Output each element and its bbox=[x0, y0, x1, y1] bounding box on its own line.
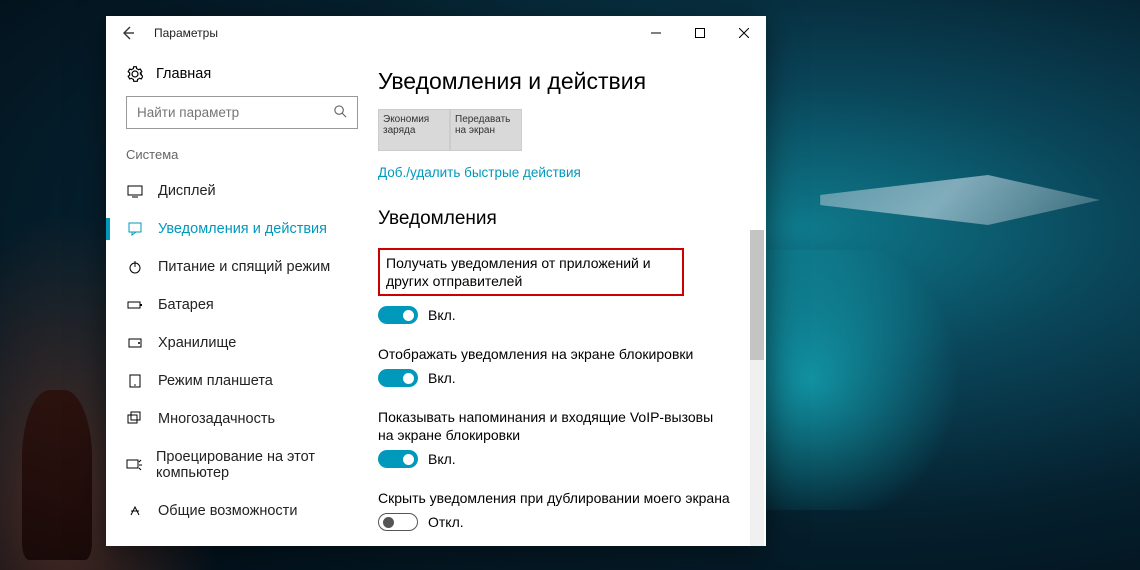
sidebar-item-notifications[interactable]: Уведомления и действия bbox=[106, 210, 378, 248]
home-link[interactable]: Главная bbox=[106, 58, 378, 96]
toggle-voip-lockscreen[interactable]: Вкл. bbox=[378, 450, 456, 468]
window-controls bbox=[634, 16, 766, 50]
quick-tile-label: Передавать на экран bbox=[455, 114, 517, 136]
sidebar-item-battery[interactable]: Батарея bbox=[106, 286, 378, 324]
gear-icon bbox=[126, 66, 144, 82]
setting-label: Показывать напоминания и входящие VoIP-в… bbox=[378, 408, 718, 444]
close-button[interactable] bbox=[722, 16, 766, 50]
toggle-switch-icon bbox=[378, 513, 418, 531]
setting-hide-when-duplicating: Скрыть уведомления при дублировании моег… bbox=[378, 489, 742, 536]
bg-spaceship bbox=[820, 150, 1100, 250]
edit-quick-actions-link[interactable]: Доб./удалить быстрые действия bbox=[378, 151, 581, 202]
quick-action-tiles: Экономия заряда Передавать на экран bbox=[378, 109, 742, 151]
sidebar-item-label: Многозадачность bbox=[158, 411, 275, 427]
toggle-switch-icon bbox=[378, 369, 418, 387]
quick-tile-battery-saver[interactable]: Экономия заряда bbox=[378, 109, 450, 151]
toggle-state-label: Вкл. bbox=[428, 307, 456, 323]
search-input[interactable] bbox=[126, 96, 358, 129]
setting-voip-lockscreen: Показывать напоминания и входящие VoIP-в… bbox=[378, 408, 742, 473]
minimize-button[interactable] bbox=[634, 16, 678, 50]
storage-icon bbox=[126, 335, 144, 351]
close-icon bbox=[739, 28, 749, 38]
setting-get-notifications: Получать уведомления от приложений и дру… bbox=[378, 248, 742, 329]
sidebar-group-title: Система bbox=[106, 147, 378, 172]
projecting-icon bbox=[126, 457, 142, 473]
sidebar-item-projecting[interactable]: Проецирование на этот компьютер bbox=[106, 438, 378, 492]
search-icon bbox=[333, 104, 348, 124]
content-pane: Уведомления и действия Экономия заряда П… bbox=[378, 50, 766, 546]
sidebar-item-tablet[interactable]: Режим планшета bbox=[106, 362, 378, 400]
toggle-get-notifications[interactable]: Вкл. bbox=[378, 306, 456, 324]
quick-tile-label: Экономия заряда bbox=[383, 114, 445, 136]
battery-icon bbox=[126, 297, 144, 313]
sidebar-item-label: Проецирование на этот компьютер bbox=[156, 449, 358, 481]
settings-window: Параметры Главная bbox=[106, 16, 766, 546]
highlight-annotation: Получать уведомления от приложений и дру… bbox=[378, 248, 684, 296]
sidebar-item-shared[interactable]: Общие возможности bbox=[106, 492, 378, 530]
sidebar-item-label: Дисплей bbox=[158, 183, 216, 199]
sidebar-item-storage[interactable]: Хранилище bbox=[106, 324, 378, 362]
back-button[interactable] bbox=[106, 16, 150, 50]
power-icon bbox=[126, 259, 144, 275]
toggle-state-label: Вкл. bbox=[428, 451, 456, 467]
sidebar-item-display[interactable]: Дисплей bbox=[106, 172, 378, 210]
toggle-hide-when-duplicating[interactable]: Откл. bbox=[378, 513, 464, 531]
maximize-button[interactable] bbox=[678, 16, 722, 50]
search-box bbox=[126, 96, 358, 129]
sidebar-nav: Дисплей Уведомления и действия Питание и… bbox=[106, 172, 378, 546]
window-title: Параметры bbox=[150, 26, 218, 40]
sidebar-item-multitasking[interactable]: Многозадачность bbox=[106, 400, 378, 438]
sidebar-item-label: Хранилище bbox=[158, 335, 236, 351]
bg-figure bbox=[22, 390, 92, 560]
titlebar: Параметры bbox=[106, 16, 766, 50]
quick-tile-project[interactable]: Передавать на экран bbox=[450, 109, 522, 151]
setting-label: Отображать уведомления на экране блокиро… bbox=[378, 345, 742, 363]
toggle-switch-icon bbox=[378, 306, 418, 324]
multitasking-icon bbox=[126, 411, 144, 427]
setting-lockscreen-notifications: Отображать уведомления на экране блокиро… bbox=[378, 345, 742, 392]
notifications-icon bbox=[126, 221, 144, 237]
sidebar-item-label: Уведомления и действия bbox=[158, 221, 327, 237]
sidebar-item-label: Общие возможности bbox=[158, 503, 297, 519]
sidebar: Главная Система Дисплей Уведом bbox=[106, 50, 378, 546]
maximize-icon bbox=[695, 28, 705, 38]
tablet-icon bbox=[126, 373, 144, 389]
toggle-switch-icon bbox=[378, 450, 418, 468]
arrow-left-icon bbox=[120, 25, 136, 41]
section-heading-notifications: Уведомления bbox=[378, 202, 742, 248]
minimize-icon bbox=[651, 28, 661, 38]
sidebar-item-label: Режим планшета bbox=[158, 373, 273, 389]
page-title: Уведомления и действия bbox=[378, 50, 742, 109]
display-icon bbox=[126, 183, 144, 199]
home-label: Главная bbox=[156, 66, 211, 82]
scrollbar-thumb[interactable] bbox=[750, 230, 764, 360]
toggle-state-label: Откл. bbox=[428, 514, 464, 530]
setting-label: Получать уведомления от приложений и дру… bbox=[386, 254, 676, 290]
toggle-lockscreen-notifications[interactable]: Вкл. bbox=[378, 369, 456, 387]
sidebar-item-label: Батарея bbox=[158, 297, 214, 313]
toggle-state-label: Вкл. bbox=[428, 370, 456, 386]
shared-icon bbox=[126, 503, 144, 519]
sidebar-item-power[interactable]: Питание и спящий режим bbox=[106, 248, 378, 286]
setting-label: Скрыть уведомления при дублировании моег… bbox=[378, 489, 742, 507]
sidebar-item-label: Питание и спящий режим bbox=[158, 259, 330, 275]
